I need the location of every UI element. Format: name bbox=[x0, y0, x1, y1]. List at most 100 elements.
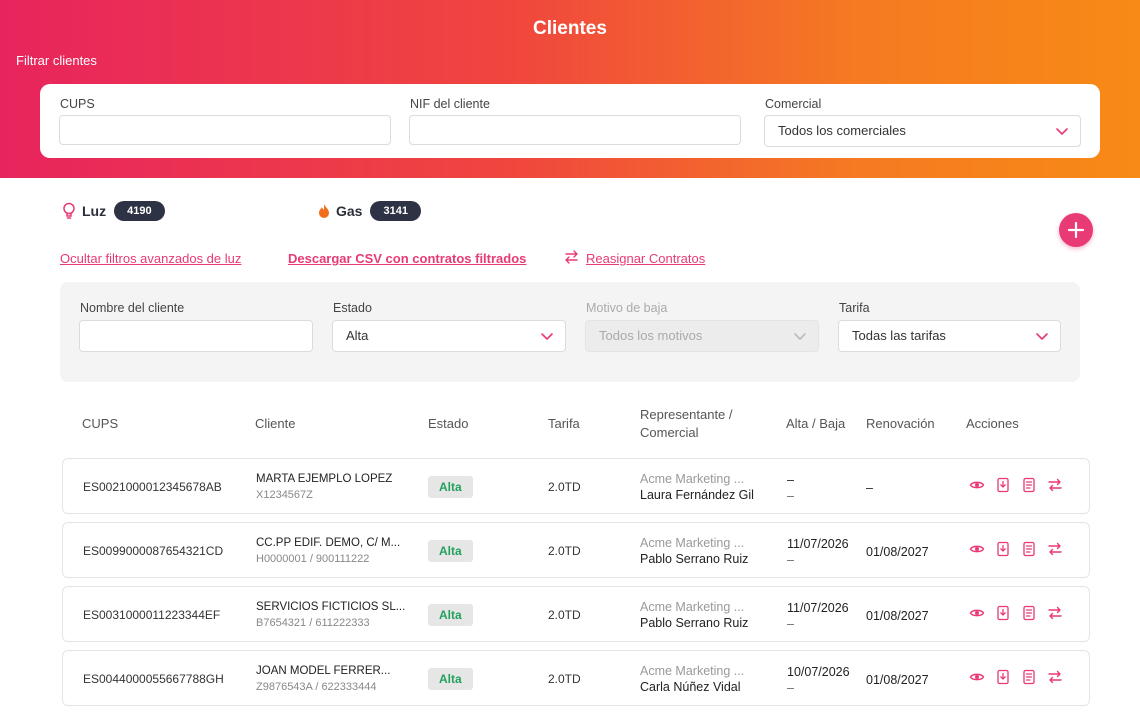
chevron-down-icon bbox=[541, 333, 553, 340]
luz-count-badge: 4190 bbox=[114, 201, 165, 221]
tarifa-select[interactable]: Todas las tarifas bbox=[838, 320, 1061, 352]
add-contract-button[interactable] bbox=[1059, 213, 1093, 247]
alta-date-cell: 11/07/2026 bbox=[787, 601, 849, 615]
status-badge: Alta bbox=[428, 604, 473, 626]
document-icon[interactable] bbox=[1021, 669, 1037, 685]
gas-count-badge: 3141 bbox=[370, 201, 421, 221]
client-name-cell[interactable]: MARTA EJEMPLO LÓPEZ bbox=[256, 473, 406, 485]
swap-arrows-icon[interactable] bbox=[1047, 477, 1063, 493]
cups-label: CUPS bbox=[60, 97, 95, 111]
baja-date-cell: – bbox=[787, 489, 794, 503]
reassign-contracts-link[interactable]: Reasignar Contratos bbox=[586, 251, 705, 266]
client-name-cell[interactable]: CC.PP EDIF. DEMO, C/ M... bbox=[256, 537, 406, 549]
column-header-cups[interactable]: CUPS bbox=[82, 415, 118, 433]
download-doc-icon[interactable] bbox=[995, 605, 1011, 621]
cups-cell: ES0099000087654321CD bbox=[83, 544, 224, 558]
advanced-filters-panel: Nombre del cliente Estado Alta Motivo de… bbox=[60, 282, 1080, 382]
column-header-alta-baja[interactable]: Alta / Baja bbox=[786, 415, 845, 433]
table-row[interactable]: ES0099000087654321CD CC.PP EDIF. DEMO, C… bbox=[62, 522, 1090, 578]
comercial-select[interactable]: Todos los comerciales bbox=[764, 115, 1081, 147]
tarifa-select-value: Todas las tarifas bbox=[852, 328, 946, 343]
download-doc-icon[interactable] bbox=[995, 541, 1011, 557]
alta-date-cell: 10/07/2026 bbox=[787, 665, 850, 679]
document-icon[interactable] bbox=[1021, 541, 1037, 557]
eye-icon[interactable] bbox=[969, 605, 985, 621]
tarifa-label: Tarifa bbox=[839, 301, 870, 315]
hide-advanced-filters-link[interactable]: Ocultar filtros avanzados de luz bbox=[60, 251, 241, 266]
tarifa-cell: 2.0TD bbox=[548, 608, 581, 622]
swap-arrows-icon bbox=[565, 250, 578, 264]
comercial-cell: Laura Fernández Gil bbox=[640, 488, 754, 502]
status-badge: Alta bbox=[428, 476, 473, 498]
comercial-cell: Carla Núñez Vidal bbox=[640, 680, 741, 694]
document-icon[interactable] bbox=[1021, 477, 1037, 493]
eye-icon[interactable] bbox=[969, 669, 985, 685]
client-name-cell[interactable]: JOAN MODEL FERRER... bbox=[256, 665, 406, 677]
download-doc-icon[interactable] bbox=[995, 669, 1011, 685]
nif-label: NIF del cliente bbox=[410, 97, 490, 111]
swap-arrows-icon[interactable] bbox=[1047, 669, 1063, 685]
flame-icon bbox=[319, 204, 329, 218]
comercial-label: Comercial bbox=[765, 97, 822, 111]
nif-input[interactable] bbox=[409, 115, 741, 145]
renovacion-cell: 01/08/2027 bbox=[866, 673, 929, 687]
representante-cell: Acme Marketing ... bbox=[640, 664, 745, 678]
cups-input[interactable] bbox=[59, 115, 391, 145]
eye-icon[interactable] bbox=[969, 477, 985, 493]
column-header-cliente[interactable]: Cliente bbox=[255, 415, 295, 433]
column-header-representante[interactable]: Representante / Comercial bbox=[640, 406, 733, 442]
document-icon[interactable] bbox=[1021, 605, 1037, 621]
column-header-renovacion[interactable]: Renovación bbox=[866, 415, 935, 433]
column-header-rep-line1: Representante / bbox=[640, 407, 733, 422]
client-id-cell: H0000001 / 900111222 bbox=[256, 553, 370, 565]
client-id-cell: B7654321 / 611222333 bbox=[256, 617, 370, 629]
eye-icon[interactable] bbox=[969, 541, 985, 557]
page-title: Clientes bbox=[533, 18, 607, 39]
status-badge: Alta bbox=[428, 540, 473, 562]
table-row[interactable]: ES0044000055667788GH JOAN MODEL FERRER..… bbox=[62, 650, 1090, 706]
filter-caption: Filtrar clientes bbox=[16, 53, 97, 68]
client-name-cell[interactable]: SERVICIOS FICTICIOS SL... bbox=[256, 601, 406, 613]
chevron-down-icon bbox=[794, 333, 806, 340]
renovacion-cell: 01/08/2027 bbox=[866, 545, 929, 559]
alta-date-cell: 11/07/2026 bbox=[787, 537, 849, 551]
client-id-cell: X1234567Z bbox=[256, 489, 313, 501]
luz-label: Luz bbox=[82, 203, 107, 219]
client-id-cell: Z9876543A / 622333444 bbox=[256, 681, 377, 693]
download-csv-link[interactable]: Descargar CSV con contratos filtrados bbox=[288, 251, 526, 266]
table-row[interactable]: ES0031000011223344EF SERVICIOS FICTICIOS… bbox=[62, 586, 1090, 642]
swap-arrows-icon[interactable] bbox=[1047, 541, 1063, 557]
estado-select[interactable]: Alta bbox=[332, 320, 566, 352]
alta-date-cell: – bbox=[787, 473, 794, 487]
table-row[interactable]: ES0021000012345678AB MARTA EJEMPLO LÓPEZ… bbox=[62, 458, 1090, 514]
gas-counter[interactable]: Gas 3141 bbox=[318, 200, 421, 222]
row-actions bbox=[969, 477, 1063, 493]
lightbulb-icon bbox=[63, 202, 75, 219]
chevron-down-icon bbox=[1056, 128, 1068, 135]
estado-label: Estado bbox=[333, 301, 372, 315]
representante-cell: Acme Marketing ... bbox=[640, 536, 745, 550]
baja-date-cell: – bbox=[787, 553, 794, 567]
plus-icon bbox=[1067, 221, 1085, 239]
cups-cell: ES0031000011223344EF bbox=[83, 608, 221, 622]
row-actions bbox=[969, 605, 1063, 621]
comercial-cell: Pablo Serrano Ruiz bbox=[640, 616, 749, 630]
tarifa-cell: 2.0TD bbox=[548, 544, 581, 558]
luz-counter[interactable]: Luz 4190 bbox=[62, 200, 165, 222]
status-badge: Alta bbox=[428, 668, 473, 690]
page-header: Clientes Filtrar clientes CUPS NIF del c… bbox=[0, 0, 1140, 178]
row-actions bbox=[969, 541, 1063, 557]
tarifa-cell: 2.0TD bbox=[548, 480, 581, 494]
column-header-estado[interactable]: Estado bbox=[428, 415, 468, 433]
swap-arrows-icon[interactable] bbox=[1047, 605, 1063, 621]
column-header-rep-line2: Comercial bbox=[640, 425, 699, 440]
download-doc-icon[interactable] bbox=[995, 477, 1011, 493]
baja-date-cell: – bbox=[787, 681, 794, 695]
client-name-input[interactable] bbox=[79, 320, 313, 352]
nombre-label: Nombre del cliente bbox=[80, 301, 185, 315]
chevron-down-icon bbox=[1036, 333, 1048, 340]
comercial-cell: Pablo Serrano Ruiz bbox=[640, 552, 749, 566]
filter-card: CUPS NIF del cliente Comercial Todos los… bbox=[40, 84, 1100, 158]
row-actions bbox=[969, 669, 1063, 685]
column-header-tarifa[interactable]: Tarifa bbox=[548, 415, 580, 433]
